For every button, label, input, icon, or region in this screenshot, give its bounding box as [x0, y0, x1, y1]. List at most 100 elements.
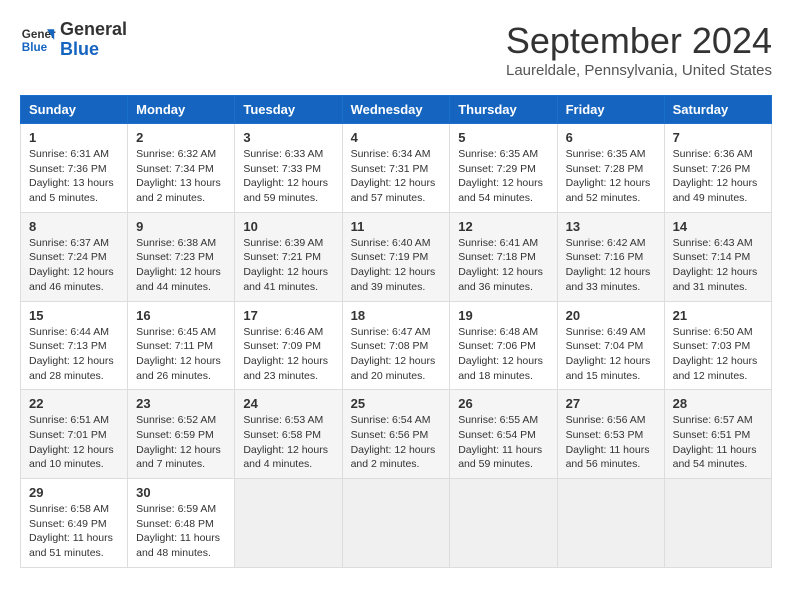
day-number: 7 — [673, 130, 763, 145]
calendar-week-3: 15 Sunrise: 6:44 AMSunset: 7:13 PMDayligh… — [21, 301, 772, 390]
calendar-cell: 1 Sunrise: 6:31 AMSunset: 7:36 PMDaylight… — [21, 124, 128, 213]
day-info: Sunrise: 6:35 AMSunset: 7:28 PMDaylight:… — [566, 147, 656, 206]
day-info: Sunrise: 6:32 AMSunset: 7:34 PMDaylight:… — [136, 147, 226, 206]
day-info: Sunrise: 6:46 AMSunset: 7:09 PMDaylight:… — [243, 325, 333, 384]
weekday-header-tuesday: Tuesday — [235, 96, 342, 124]
day-number: 28 — [673, 396, 763, 411]
calendar-week-2: 8Sunrise: 6:37 AMSunset: 7:24 PMDaylight… — [21, 212, 772, 301]
day-number: 25 — [351, 396, 442, 411]
logo-text-line2: Blue — [60, 40, 127, 60]
day-number: 27 — [566, 396, 656, 411]
calendar-cell: 26 Sunrise: 6:55 AMSunset: 6:54 PMDayligh… — [450, 390, 557, 479]
day-info: Sunrise: 6:34 AMSunset: 7:31 PMDaylight:… — [351, 147, 442, 206]
day-number: 12 — [458, 219, 548, 234]
calendar-cell: 27 Sunrise: 6:56 AMSunset: 6:53 PMDayligh… — [557, 390, 664, 479]
day-info: Sunrise: 6:42 AMSunset: 7:16 PMDaylight:… — [566, 236, 656, 295]
day-info: Sunrise: 6:53 AMSunset: 6:58 PMDaylight:… — [243, 413, 333, 472]
page-header: General Blue General Blue September 2024… — [20, 20, 772, 79]
day-info: Sunrise: 6:48 AMSunset: 7:06 PMDaylight:… — [458, 325, 548, 384]
weekday-header-sunday: Sunday — [21, 96, 128, 124]
day-number: 14 — [673, 219, 763, 234]
calendar-cell: 15 Sunrise: 6:44 AMSunset: 7:13 PMDayligh… — [21, 301, 128, 390]
day-number: 2 — [136, 130, 226, 145]
calendar-cell: 30 Sunrise: 6:59 AMSunset: 6:48 PMDayligh… — [128, 479, 235, 568]
calendar-cell: 7 Sunrise: 6:36 AMSunset: 7:26 PMDaylight… — [664, 124, 771, 213]
weekday-header-saturday: Saturday — [664, 96, 771, 124]
day-number: 9 — [136, 219, 226, 234]
day-number: 20 — [566, 308, 656, 323]
day-number: 11 — [351, 219, 442, 234]
day-number: 30 — [136, 485, 226, 500]
calendar-cell: 6 Sunrise: 6:35 AMSunset: 7:28 PMDaylight… — [557, 124, 664, 213]
calendar-cell: 28Sunrise: 6:57 AMSunset: 6:51 PMDayligh… — [664, 390, 771, 479]
day-number: 13 — [566, 219, 656, 234]
calendar-cell: 11Sunrise: 6:40 AMSunset: 7:19 PMDayligh… — [342, 212, 450, 301]
day-number: 1 — [29, 130, 119, 145]
day-info: Sunrise: 6:59 AMSunset: 6:48 PMDaylight:… — [136, 502, 226, 561]
day-number: 22 — [29, 396, 119, 411]
calendar-cell: 19Sunrise: 6:48 AMSunset: 7:06 PMDayligh… — [450, 301, 557, 390]
calendar-cell: 9 Sunrise: 6:38 AMSunset: 7:23 PMDaylight… — [128, 212, 235, 301]
day-number: 23 — [136, 396, 226, 411]
day-info: Sunrise: 6:58 AMSunset: 6:49 PMDaylight:… — [29, 502, 119, 561]
day-number: 15 — [29, 308, 119, 323]
calendar-cell: 14Sunrise: 6:43 AMSunset: 7:14 PMDayligh… — [664, 212, 771, 301]
calendar-cell: 12 Sunrise: 6:41 AMSunset: 7:18 PMDayligh… — [450, 212, 557, 301]
calendar-cell — [664, 479, 771, 568]
day-number: 26 — [458, 396, 548, 411]
day-info: Sunrise: 6:55 AMSunset: 6:54 PMDaylight:… — [458, 413, 548, 472]
day-info: Sunrise: 6:33 AMSunset: 7:33 PMDaylight:… — [243, 147, 333, 206]
calendar-week-1: 1 Sunrise: 6:31 AMSunset: 7:36 PMDaylight… — [21, 124, 772, 213]
day-number: 18 — [351, 308, 442, 323]
month-title: September 2024 — [506, 20, 772, 62]
calendar-cell: 25 Sunrise: 6:54 AMSunset: 6:56 PMDayligh… — [342, 390, 450, 479]
day-info: Sunrise: 6:56 AMSunset: 6:53 PMDaylight:… — [566, 413, 656, 472]
calendar-cell: 16 Sunrise: 6:45 AMSunset: 7:11 PMDayligh… — [128, 301, 235, 390]
day-number: 5 — [458, 130, 548, 145]
calendar-cell: 5 Sunrise: 6:35 AMSunset: 7:29 PMDaylight… — [450, 124, 557, 213]
calendar-cell — [557, 479, 664, 568]
day-info: Sunrise: 6:37 AMSunset: 7:24 PMDaylight:… — [29, 236, 119, 295]
calendar-cell: 10Sunrise: 6:39 AMSunset: 7:21 PMDayligh… — [235, 212, 342, 301]
day-number: 29 — [29, 485, 119, 500]
calendar-cell — [342, 479, 450, 568]
calendar-week-4: 22Sunrise: 6:51 AMSunset: 7:01 PMDayligh… — [21, 390, 772, 479]
calendar-table: SundayMondayTuesdayWednesdayThursdayFrid… — [20, 95, 772, 568]
day-number: 6 — [566, 130, 656, 145]
calendar-cell: 2 Sunrise: 6:32 AMSunset: 7:34 PMDaylight… — [128, 124, 235, 213]
calendar-header-row: SundayMondayTuesdayWednesdayThursdayFrid… — [21, 96, 772, 124]
day-info: Sunrise: 6:38 AMSunset: 7:23 PMDaylight:… — [136, 236, 226, 295]
location: Laureldale, Pennsylvania, United States — [506, 62, 772, 79]
day-number: 16 — [136, 308, 226, 323]
calendar-cell: 21Sunrise: 6:50 AMSunset: 7:03 PMDayligh… — [664, 301, 771, 390]
weekday-header-friday: Friday — [557, 96, 664, 124]
weekday-header-wednesday: Wednesday — [342, 96, 450, 124]
calendar-cell — [235, 479, 342, 568]
calendar-cell: 22Sunrise: 6:51 AMSunset: 7:01 PMDayligh… — [21, 390, 128, 479]
title-block: September 2024 Laureldale, Pennsylvania,… — [506, 20, 772, 79]
calendar-cell: 13 Sunrise: 6:42 AMSunset: 7:16 PMDayligh… — [557, 212, 664, 301]
calendar-cell: 18Sunrise: 6:47 AMSunset: 7:08 PMDayligh… — [342, 301, 450, 390]
day-info: Sunrise: 6:35 AMSunset: 7:29 PMDaylight:… — [458, 147, 548, 206]
weekday-header-monday: Monday — [128, 96, 235, 124]
day-info: Sunrise: 6:31 AMSunset: 7:36 PMDaylight:… — [29, 147, 119, 206]
day-number: 4 — [351, 130, 442, 145]
calendar-cell: 17 Sunrise: 6:46 AMSunset: 7:09 PMDayligh… — [235, 301, 342, 390]
day-info: Sunrise: 6:49 AMSunset: 7:04 PMDaylight:… — [566, 325, 656, 384]
calendar-cell: 20 Sunrise: 6:49 AMSunset: 7:04 PMDayligh… — [557, 301, 664, 390]
calendar-cell: 8Sunrise: 6:37 AMSunset: 7:24 PMDaylight… — [21, 212, 128, 301]
svg-text:Blue: Blue — [22, 41, 48, 54]
calendar-cell: 3 Sunrise: 6:33 AMSunset: 7:33 PMDaylight… — [235, 124, 342, 213]
day-number: 17 — [243, 308, 333, 323]
day-number: 3 — [243, 130, 333, 145]
logo-icon: General Blue — [20, 22, 56, 58]
calendar-cell: 4 Sunrise: 6:34 AMSunset: 7:31 PMDaylight… — [342, 124, 450, 213]
day-info: Sunrise: 6:36 AMSunset: 7:26 PMDaylight:… — [673, 147, 763, 206]
logo: General Blue General Blue — [20, 20, 127, 60]
day-info: Sunrise: 6:52 AMSunset: 6:59 PMDaylight:… — [136, 413, 226, 472]
day-info: Sunrise: 6:41 AMSunset: 7:18 PMDaylight:… — [458, 236, 548, 295]
day-info: Sunrise: 6:44 AMSunset: 7:13 PMDaylight:… — [29, 325, 119, 384]
day-info: Sunrise: 6:45 AMSunset: 7:11 PMDaylight:… — [136, 325, 226, 384]
day-info: Sunrise: 6:54 AMSunset: 6:56 PMDaylight:… — [351, 413, 442, 472]
day-number: 21 — [673, 308, 763, 323]
